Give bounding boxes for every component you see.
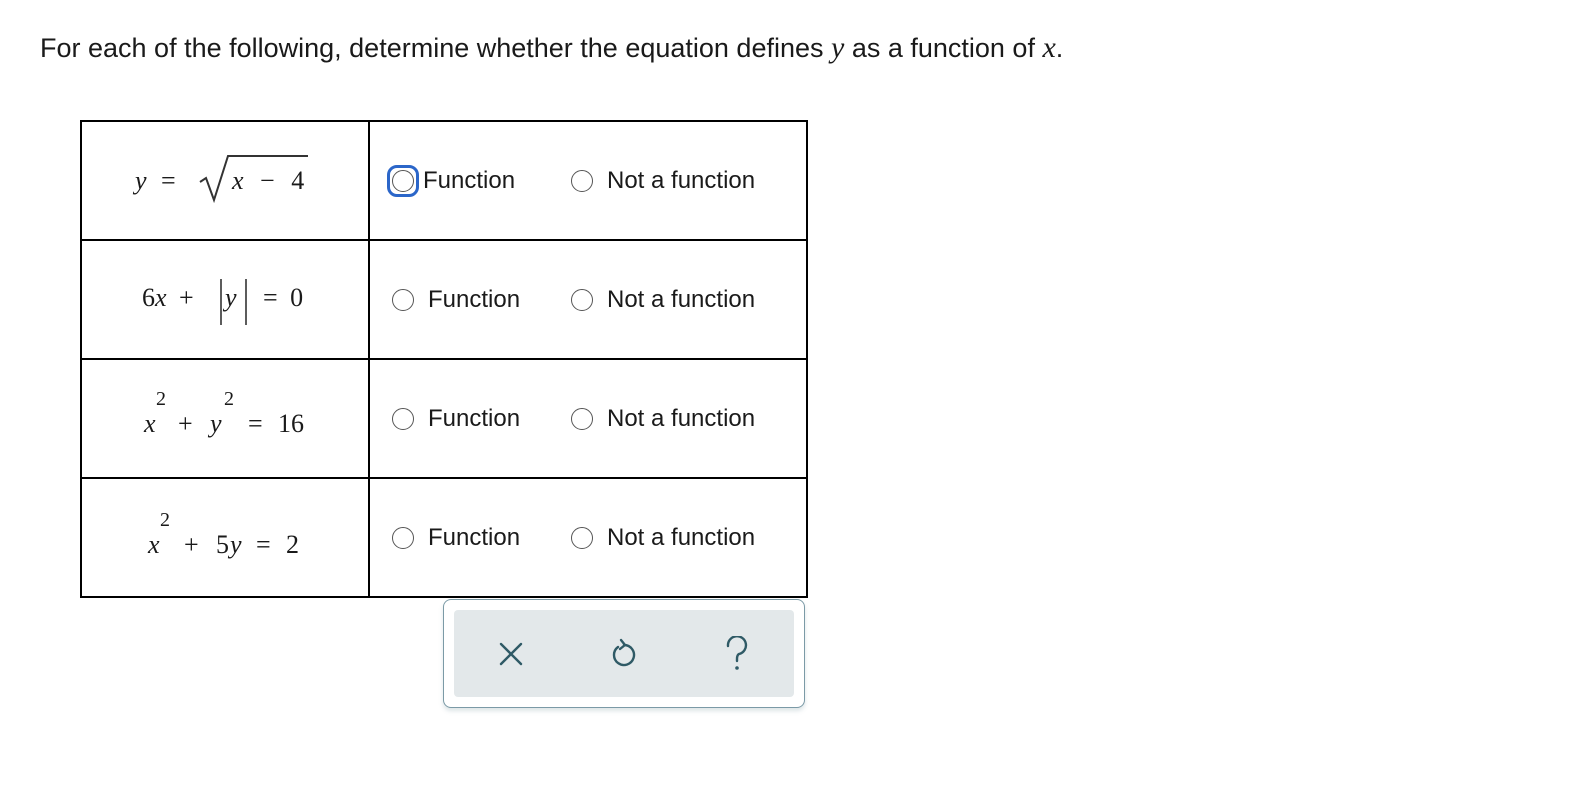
equation-1-radicand: x − 4 [232,166,304,196]
eq4-five: 5 [216,530,229,559]
prompt-text-end: . [1055,33,1064,63]
prompt-text-middle: as a function of [844,33,1043,63]
eq2-x: x [155,283,167,312]
radio-button[interactable] [571,526,593,549]
option-label: Not a function [607,404,756,432]
eq4-rhs: 2 [286,530,299,559]
eq1-four: 4 [291,166,305,195]
option-label: Function [428,404,521,432]
prompt-var-y: y [831,31,845,64]
option-label: Not a function [607,166,756,194]
close-icon [499,642,523,665]
radio-button[interactable] [392,407,414,430]
table-row: 2 x + 2 y = 16 Function Not a function [80,358,808,479]
eq3-exp2: 2 [224,388,234,410]
radio-button[interactable] [392,169,414,192]
radio-button[interactable] [392,288,414,311]
table-row: 6x + y = 0 Function Not a function [80,239,808,360]
equation-4: 2 x + 5 y = 2 [148,509,348,569]
option-label: Function [428,285,521,313]
radio-option-function[interactable]: Function [392,286,520,314]
eq3-y: y [210,409,222,438]
choices-cell: Function Not a function [368,358,808,479]
eq3-plus: + [178,409,193,438]
eq3-x: x [144,409,156,438]
eq3-equals: = [248,409,263,438]
equation-3: 2 x + 2 y = 16 [142,388,342,448]
eq1-equals: = [161,166,176,195]
table-row: y = x − 4 Function Not a function [80,120,808,241]
clear-button[interactable] [487,630,535,678]
equations-table: y = x − 4 Function Not a function 6x + y… [80,120,808,598]
choices-cell: Function Not a function [368,477,808,598]
eq2-coef: 6 [142,283,155,312]
prompt-var-x: x [1042,31,1056,64]
equation-2-inner: y [225,283,237,313]
radio-option-not-function[interactable]: Not a function [571,524,755,552]
eq2-plus: + [179,283,194,312]
option-label: Function [423,166,516,194]
equation-2: 6x + [142,283,194,313]
eq1-minus: − [260,166,275,195]
undo-icon [612,638,636,666]
eq3-rhs: 16 [278,409,304,438]
toolbar-panel [454,610,794,697]
radio-option-not-function[interactable]: Not a function [571,286,755,314]
eq1-y: y [135,166,147,195]
equation-cell: y = x − 4 [80,120,370,241]
choices-cell: Function Not a function [368,120,808,241]
eq2-equals: = [263,283,278,312]
radio-button[interactable] [571,169,593,192]
radio-option-function[interactable]: Function [387,164,516,197]
option-label: Function [428,523,521,551]
focus-ring [387,164,419,197]
equation-1: y = [135,166,176,196]
equation-cell: 2 x + 2 y = 16 [80,358,370,479]
question-prompt: For each of the following, determine whe… [40,30,1063,66]
eq4-y: y [230,530,242,559]
prompt-text-start: For each of the following, determine whe… [40,33,831,63]
equation-cell: 2 x + 5 y = 2 [80,477,370,598]
eq4-equals: = [256,530,271,559]
equation-cell: 6x + y = 0 [80,239,370,360]
choices-cell: Function Not a function [368,239,808,360]
radio-button[interactable] [392,526,414,549]
eq3-exp1: 2 [156,388,166,410]
option-label: Not a function [607,285,756,313]
table-row: 2 x + 5 y = 2 Function Not a function [80,477,808,598]
eq4-x: x [148,530,160,559]
answer-toolbar [443,599,805,708]
help-button[interactable] [713,630,761,678]
eq4-plus: + [184,530,199,559]
radio-option-not-function[interactable]: Not a function [571,405,755,433]
equation-2-rhs: = 0 [263,283,303,313]
eq4-exp: 2 [160,509,170,531]
eq1-x: x [232,166,244,195]
option-label: Not a function [607,523,756,551]
help-icon [726,635,748,670]
radio-option-function[interactable]: Function [392,405,520,433]
radio-option-not-function[interactable]: Not a function [571,167,755,195]
radio-option-function[interactable]: Function [392,524,520,552]
eq2-y: y [225,283,237,312]
undo-button[interactable] [600,630,648,678]
eq2-zero: 0 [290,283,304,312]
radio-button[interactable] [571,288,593,311]
radio-button[interactable] [571,407,593,430]
